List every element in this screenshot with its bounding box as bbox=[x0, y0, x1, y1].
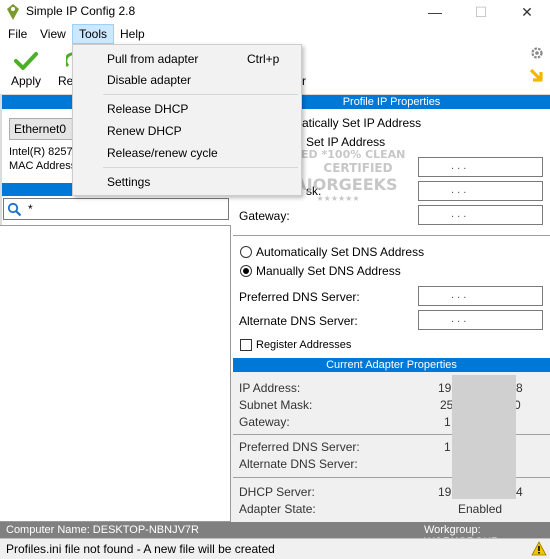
ip-dots: . . . bbox=[451, 160, 467, 172]
profile-subnet-mask-input[interactable]: . . . bbox=[418, 181, 543, 201]
watermark-line-2: CERTIFIED bbox=[323, 161, 393, 175]
minimize-button[interactable]: — bbox=[412, 0, 458, 24]
current-alt-dns-label: Alternate DNS Server: bbox=[239, 457, 358, 471]
window-title: Simple IP Config 2.8 bbox=[26, 4, 136, 18]
menu-separator-1 bbox=[103, 94, 298, 95]
menu-item-renew-dhcp[interactable]: Renew DHCP bbox=[107, 124, 182, 138]
menu-item-release-dhcp[interactable]: Release DHCP bbox=[107, 102, 188, 116]
alt-dns-dots: . . . bbox=[451, 313, 467, 325]
pref-dns-dots: . . . bbox=[451, 289, 467, 301]
current-ip-value-start: 19 bbox=[438, 381, 452, 395]
current-gateway-label: Gateway: bbox=[239, 415, 290, 429]
auto-dns-radio[interactable] bbox=[240, 246, 252, 258]
search-icon bbox=[7, 202, 22, 217]
alternate-dns-input[interactable]: . . . bbox=[418, 310, 543, 330]
menu-view[interactable]: View bbox=[34, 24, 72, 44]
computer-info-bar: Computer Name: DESKTOP-NBNJV7R Workgroup… bbox=[0, 522, 550, 548]
register-addresses-checkbox[interactable] bbox=[240, 339, 252, 351]
current-dhcp-value-end: 4 bbox=[516, 485, 523, 499]
gear-icon[interactable] bbox=[530, 46, 544, 60]
auto-ip-radio-label[interactable]: atically Set IP Address bbox=[302, 116, 421, 130]
tools-dropdown-menu: Pull from adapter Ctrl+p Disable adapter… bbox=[72, 44, 302, 196]
current-dhcp-value-start: 19 bbox=[438, 485, 452, 499]
apply-checkmark-icon[interactable] bbox=[14, 51, 38, 71]
maximize-button[interactable]: ☐ bbox=[458, 0, 504, 24]
alternate-dns-label: Alternate DNS Server: bbox=[239, 314, 358, 328]
menu-item-settings[interactable]: Settings bbox=[107, 175, 150, 189]
profile-filter-input[interactable]: * bbox=[3, 198, 229, 220]
preferred-dns-label: Preferred DNS Server: bbox=[239, 290, 360, 304]
current-properties-header: Current Adapter Properties bbox=[233, 358, 550, 372]
profile-ip-address-input[interactable]: . . . bbox=[418, 157, 543, 177]
auto-dns-label[interactable]: Automatically Set DNS Address bbox=[256, 245, 424, 259]
current-pref-dns-value-start: 1 bbox=[444, 440, 451, 454]
manual-dns-radio[interactable] bbox=[240, 265, 252, 277]
warning-icon[interactable] bbox=[531, 541, 547, 556]
mac-address-label: MAC Address bbox=[9, 160, 77, 172]
current-pref-dns-label: Preferred DNS Server: bbox=[239, 440, 360, 454]
mask-dots: . . . bbox=[451, 184, 467, 196]
close-button[interactable]: ✕ bbox=[504, 0, 550, 24]
menu-item-pull-from-adapter[interactable]: Pull from adapter bbox=[107, 52, 198, 66]
current-state-value: Enabled bbox=[458, 502, 503, 516]
current-gateway-value-start: 1 bbox=[444, 415, 451, 429]
redaction-block bbox=[452, 375, 516, 499]
pull-shortcut: Ctrl+p bbox=[247, 52, 280, 66]
adapter-description: Intel(R) 82574 bbox=[9, 146, 79, 158]
manual-dns-label[interactable]: Manually Set DNS Address bbox=[256, 264, 401, 278]
profile-list[interactable] bbox=[0, 225, 231, 522]
profile-gateway-input[interactable]: . . . bbox=[418, 205, 543, 225]
app-icon bbox=[6, 4, 20, 20]
computer-name: Computer Name: DESKTOP-NBNJV7R bbox=[6, 524, 199, 536]
menu-item-release-renew-cycle[interactable]: Release/renew cycle bbox=[107, 146, 218, 160]
tray-button-label[interactable]: r bbox=[302, 74, 306, 88]
current-ip-label: IP Address: bbox=[239, 381, 301, 395]
status-bar: Profiles.ini file not found - A new file… bbox=[0, 538, 550, 559]
menu-file[interactable]: File bbox=[2, 24, 33, 44]
manual-ip-radio-label[interactable]: Set IP Address bbox=[306, 135, 385, 149]
current-mask-label: Subnet Mask: bbox=[239, 398, 313, 412]
current-dhcp-label: DHCP Server: bbox=[239, 485, 315, 499]
section-divider bbox=[233, 235, 550, 236]
filter-value: * bbox=[28, 202, 33, 216]
gateway-dots: . . . bbox=[451, 208, 467, 220]
current-ip-value-end: 8 bbox=[516, 381, 523, 395]
menu-help[interactable]: Help bbox=[114, 24, 151, 44]
register-addresses-label[interactable]: Register Addresses bbox=[256, 339, 351, 351]
apply-button-label[interactable]: Apply bbox=[11, 74, 41, 88]
current-state-label: Adapter State: bbox=[239, 502, 316, 516]
menu-item-disable-adapter[interactable]: Disable adapter bbox=[107, 73, 191, 87]
arrow-down-right-icon[interactable] bbox=[529, 68, 546, 85]
status-message: Profiles.ini file not found - A new file… bbox=[6, 542, 275, 556]
preferred-dns-input[interactable]: . . . bbox=[418, 286, 543, 306]
menu-tools[interactable]: Tools bbox=[72, 24, 115, 44]
menu-separator-2 bbox=[103, 167, 298, 168]
